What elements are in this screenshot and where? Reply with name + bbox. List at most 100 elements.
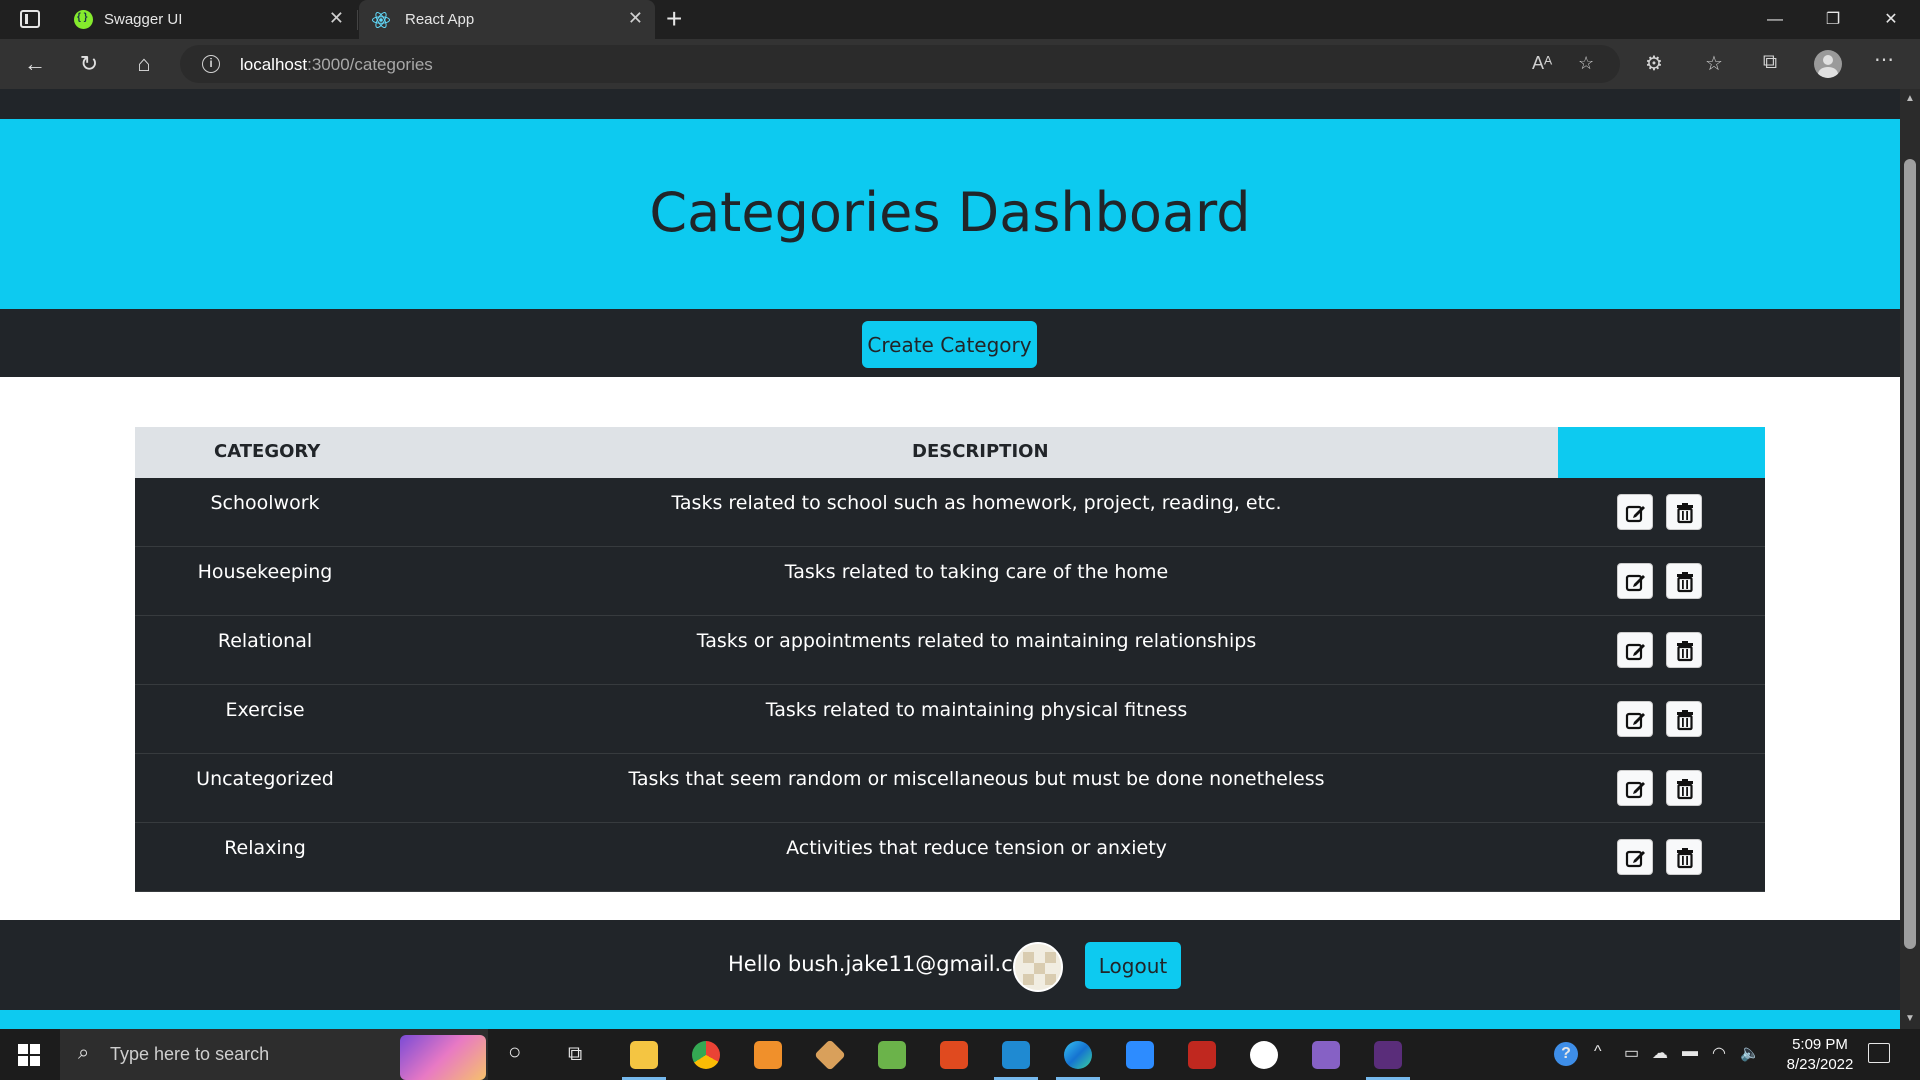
add-favorite-icon[interactable]: ☆ xyxy=(1578,53,1594,74)
chrome-icon[interactable] xyxy=(692,1041,720,1069)
cortana-icon[interactable]: ○ xyxy=(508,1039,521,1065)
close-tab-icon[interactable]: ✕ xyxy=(628,8,643,29)
categories-table: CATEGORY DESCRIPTION Schoolwork Tasks re… xyxy=(135,427,1765,892)
read-aloud-icon[interactable]: Aᴬ xyxy=(1532,53,1552,74)
action-bar: Create Category xyxy=(0,309,1900,377)
home-icon[interactable]: ⌂ xyxy=(127,47,161,81)
windows-taskbar: ⌕ Type here to search ○ ⧉ ? ^ ▭ ☁ ▬ ◠ 🔈 … xyxy=(0,1029,1920,1080)
edit-button[interactable] xyxy=(1617,839,1653,875)
terminal-icon[interactable] xyxy=(1374,1041,1402,1069)
create-category-button[interactable]: Create Category xyxy=(862,321,1037,368)
swagger-icon xyxy=(74,10,93,29)
vscode-icon[interactable] xyxy=(1002,1041,1030,1069)
edit-button[interactable] xyxy=(1617,770,1653,806)
edit-icon xyxy=(1625,781,1645,799)
minimize-icon[interactable]: — xyxy=(1746,0,1804,39)
category-description: Tasks related to maintaining physical fi… xyxy=(765,699,1188,721)
edit-button[interactable] xyxy=(1617,632,1653,668)
task-view-icon[interactable]: ⧉ xyxy=(568,1043,582,1066)
category-name: Housekeeping xyxy=(197,561,333,583)
close-tab-icon[interactable]: ✕ xyxy=(329,8,344,29)
trash-icon xyxy=(1677,848,1693,869)
footer-strip xyxy=(0,1010,1900,1029)
delete-button[interactable] xyxy=(1666,563,1702,599)
table-row: Schoolwork Tasks related to school such … xyxy=(135,478,1765,547)
page-viewport: Categories Dashboard Create Category CAT… xyxy=(0,89,1900,1029)
category-description: Activities that reduce tension or anxiet… xyxy=(786,837,1167,859)
scroll-up-icon[interactable]: ▲ xyxy=(1905,93,1915,104)
search-highlight-image xyxy=(400,1035,486,1080)
category-name: Relaxing xyxy=(224,837,306,859)
search-placeholder: Type here to search xyxy=(110,1044,270,1064)
favorites-icon[interactable]: ☆ xyxy=(1700,51,1728,76)
sticky-app-icon[interactable] xyxy=(754,1041,782,1069)
new-tab-icon[interactable]: + xyxy=(666,3,682,35)
taskbar-search[interactable]: ⌕ Type here to search xyxy=(60,1029,488,1080)
delete-button[interactable] xyxy=(1666,701,1702,737)
category-description: Tasks related to taking care of the home xyxy=(784,561,1169,583)
restore-icon[interactable]: ❐ xyxy=(1804,0,1862,39)
chevron-up-icon[interactable]: ^ xyxy=(1594,1043,1602,1061)
trash-icon xyxy=(1677,641,1693,662)
filezilla-icon[interactable] xyxy=(1188,1041,1216,1069)
extensions-icon[interactable]: ⚙ xyxy=(1640,51,1668,76)
table-row: Uncategorized Tasks that seem random or … xyxy=(135,754,1765,823)
battery-icon[interactable]: ▬ xyxy=(1682,1043,1698,1061)
category-description: Tasks related to school such as homework… xyxy=(671,492,1282,514)
refresh-icon[interactable]: ↻ xyxy=(72,47,106,81)
category-description: Tasks that seem random or miscellaneous … xyxy=(628,768,1325,790)
zoom-icon[interactable] xyxy=(1126,1041,1154,1069)
tab-actions-icon[interactable] xyxy=(20,10,40,28)
column-header-description: DESCRIPTION xyxy=(912,441,1049,462)
tab-react-app[interactable]: React App ✕ xyxy=(359,0,655,39)
url-text[interactable]: localhost:3000/categories xyxy=(240,55,433,75)
logout-button[interactable]: Logout xyxy=(1085,942,1181,989)
edit-button[interactable] xyxy=(1617,563,1653,599)
cloud-icon[interactable]: ☁ xyxy=(1652,1043,1668,1063)
page-scrollbar[interactable]: ▲ ▼ xyxy=(1900,89,1920,1029)
meet-icon[interactable]: ▭ xyxy=(1624,1043,1639,1063)
category-name: Schoolwork xyxy=(210,492,320,514)
scroll-down-icon[interactable]: ▼ xyxy=(1905,1013,1915,1024)
slack-icon[interactable] xyxy=(1250,1041,1278,1069)
excel-like-icon[interactable] xyxy=(878,1041,906,1069)
more-menu-icon[interactable]: ⋯ xyxy=(1870,47,1898,72)
navbar-strip xyxy=(0,89,1900,119)
tab-title: React App xyxy=(405,11,475,28)
wifi-icon[interactable]: ◠ xyxy=(1712,1043,1726,1063)
tab-swagger-ui[interactable]: Swagger UI ✕ xyxy=(58,0,358,39)
table-row: Relaxing Activities that reduce tension … xyxy=(135,823,1765,892)
edit-icon xyxy=(1625,574,1645,592)
site-info-icon[interactable]: i xyxy=(202,55,220,73)
table-row: Relational Tasks or appointments related… xyxy=(135,616,1765,685)
visual-studio-icon[interactable] xyxy=(1312,1041,1340,1069)
greeting-text: Hello bush.jake11@gmail.com! xyxy=(728,952,1055,976)
profile-icon[interactable] xyxy=(1814,50,1842,78)
volume-icon[interactable]: 🔈 xyxy=(1740,1043,1760,1063)
category-name: Uncategorized xyxy=(196,768,334,790)
edge-icon[interactable] xyxy=(1064,1041,1092,1069)
address-bar[interactable]: i localhost:3000/categories Aᴬ ☆ xyxy=(180,45,1620,83)
system-clock[interactable]: 5:09 PM 8/23/2022 xyxy=(1760,1035,1880,1075)
browser-tab-bar: Swagger UI ✕ React App ✕ + — ❐ ✕ xyxy=(0,0,1920,39)
table-header: CATEGORY DESCRIPTION xyxy=(135,427,1765,478)
git-icon[interactable] xyxy=(814,1039,846,1071)
delete-button[interactable] xyxy=(1666,770,1702,806)
scroll-thumb[interactable] xyxy=(1904,159,1916,949)
search-icon: ⌕ xyxy=(78,1042,90,1064)
close-window-icon[interactable]: ✕ xyxy=(1862,0,1920,39)
category-description: Tasks or appointments related to maintai… xyxy=(696,630,1257,652)
edit-button[interactable] xyxy=(1617,494,1653,530)
notifications-icon[interactable] xyxy=(1868,1043,1890,1063)
help-icon[interactable]: ? xyxy=(1554,1042,1578,1066)
delete-button[interactable] xyxy=(1666,494,1702,530)
delete-button[interactable] xyxy=(1666,632,1702,668)
office-icon[interactable] xyxy=(940,1041,968,1069)
file-explorer-icon[interactable] xyxy=(630,1041,658,1069)
collections-icon[interactable]: ⧉ xyxy=(1756,51,1784,74)
windows-start-icon[interactable] xyxy=(18,1044,40,1066)
edit-button[interactable] xyxy=(1617,701,1653,737)
back-icon[interactable]: ← xyxy=(18,47,52,81)
hero-banner: Categories Dashboard xyxy=(0,119,1900,309)
delete-button[interactable] xyxy=(1666,839,1702,875)
